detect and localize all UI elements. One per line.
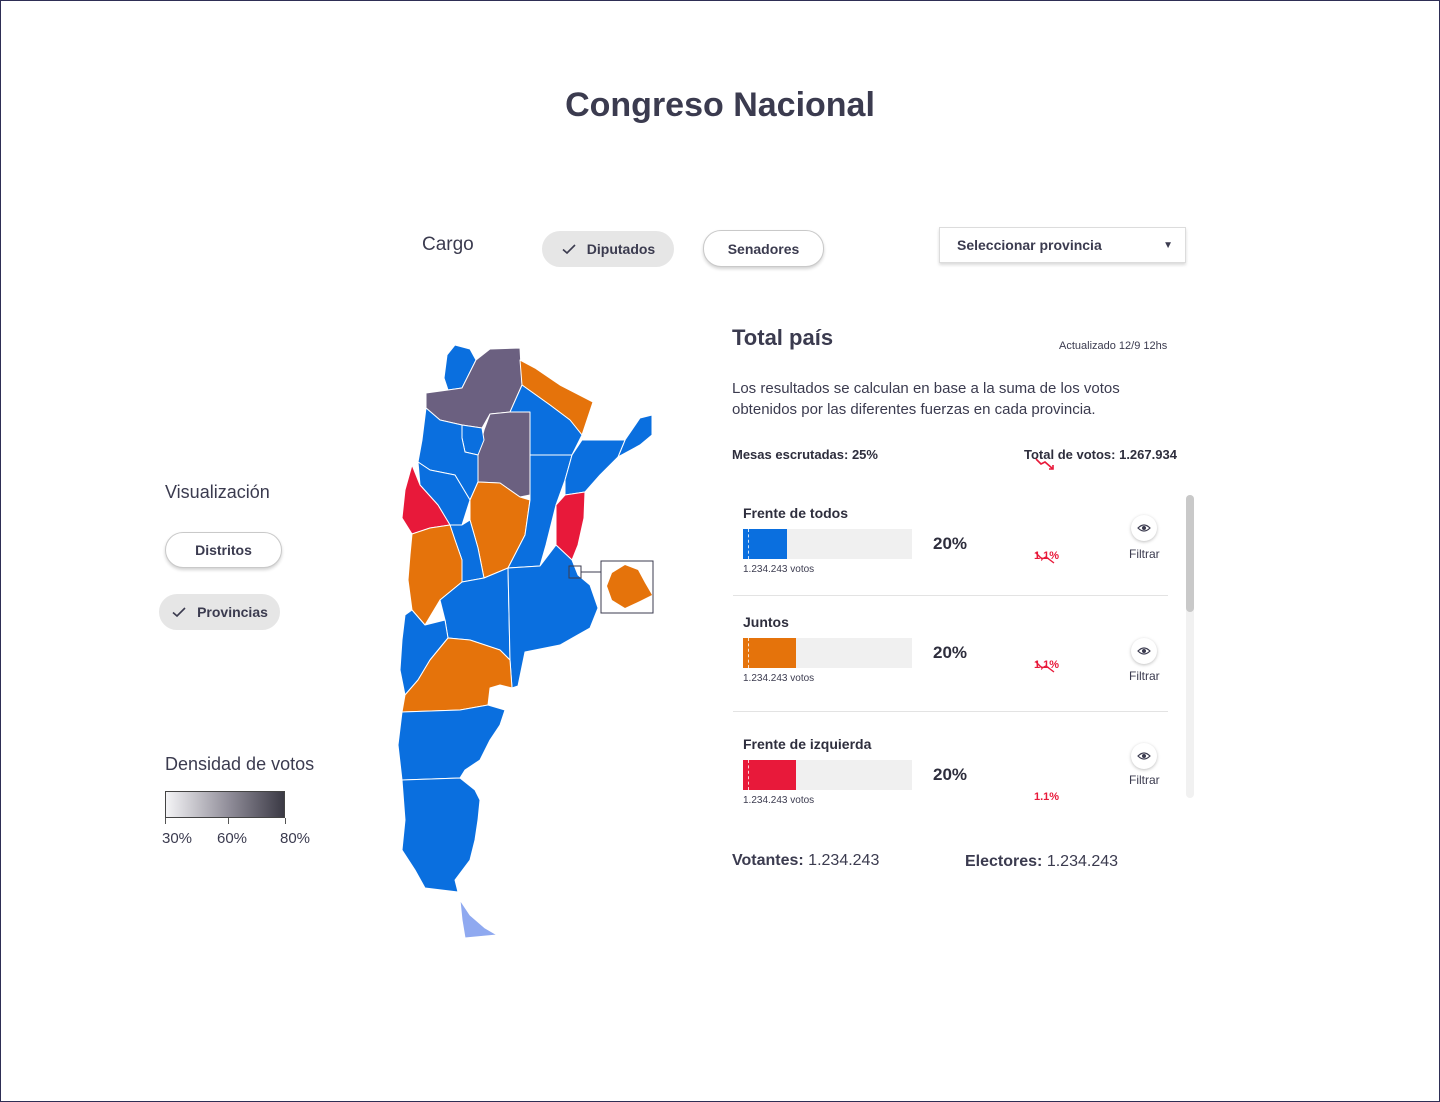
party-list-scrollbar[interactable] (1186, 495, 1194, 798)
page-title: Congreso Nacional (565, 86, 875, 124)
trend-down-icon (1035, 661, 1055, 673)
filter-label[interactable]: Filtrar (1129, 773, 1160, 787)
toggle-provincias-label: Provincias (197, 604, 268, 620)
tab-diputados[interactable]: Diputados (542, 231, 674, 267)
divider (733, 595, 1168, 596)
argentina-map[interactable] (395, 340, 660, 940)
province-tierradelfuego[interactable] (459, 899, 498, 939)
filter-label[interactable]: Filtrar (1129, 669, 1160, 683)
density-tick (228, 818, 229, 824)
density-tick-label-80: 80% (280, 830, 311, 847)
tab-senadores-label: Senadores (727, 240, 800, 257)
filter-label[interactable]: Filtrar (1129, 547, 1160, 561)
electores-stat: Electores: 1.234.243 (965, 853, 1118, 871)
density-tick-label-60: 60% (217, 830, 248, 847)
electores-label: Electores: (965, 853, 1043, 870)
toggle-provincias[interactable]: Provincias (159, 594, 280, 630)
chevron-down-icon: ▼ (1163, 239, 1173, 251)
party-bar-track (743, 529, 912, 559)
tab-diputados-label: Diputados (586, 241, 656, 257)
eye-icon (1137, 524, 1151, 532)
party-votes: 1.234.243 votos (743, 673, 815, 684)
province-select-label: Seleccionar provincia (957, 237, 1102, 253)
density-tick (165, 818, 166, 824)
party-votes: 1.234.243 votos (743, 564, 815, 575)
filter-button[interactable] (1131, 638, 1157, 664)
party-row: Juntos 1.234.243 votos 20% 1,1% Filtrar (733, 614, 1168, 694)
electores-value: 1.234.243 (1046, 853, 1119, 870)
toggle-distritos[interactable]: Distritos (165, 532, 282, 568)
votantes-label: Votantes: (732, 852, 804, 869)
party-name: Juntos (743, 614, 789, 630)
party-bar-fill (743, 760, 796, 790)
party-row: Frente de izquierda 1.234.243 votos 20% … (733, 736, 1168, 816)
party-bar-fill (743, 638, 796, 668)
eye-icon (1137, 647, 1151, 655)
mesas-escrutadas: Mesas escrutadas: 25% (732, 447, 878, 462)
toggle-distritos-label: Distritos (195, 542, 252, 558)
summary-title: Total país (732, 325, 834, 350)
party-bar-track (743, 760, 912, 790)
party-percent: 20% (933, 765, 968, 784)
party-percent: 20% (933, 643, 968, 662)
party-name: Frente de izquierda (743, 736, 872, 752)
cargo-label: Cargo (422, 234, 474, 255)
density-gradient-bar (165, 791, 285, 818)
density-tick (285, 818, 286, 824)
party-bar-track (743, 638, 912, 668)
check-icon (562, 244, 576, 255)
votantes-value: 1.234.243 (808, 852, 880, 869)
trend-down-icon (1035, 458, 1054, 470)
party-delta: 1.1% (1034, 791, 1060, 803)
party-name: Frente de todos (743, 505, 849, 521)
divider (733, 711, 1168, 712)
party-bar-fill (743, 529, 787, 559)
density-tick-label-30: 30% (162, 830, 193, 847)
votantes-stat: Votantes: 1.234.243 (732, 852, 879, 870)
summary-description: Los resultados se calculan en base a la … (732, 380, 1120, 418)
check-icon (172, 607, 186, 618)
trend-down-icon (1035, 552, 1055, 564)
province-select[interactable]: Seleccionar provincia ▼ (939, 227, 1186, 263)
party-percent: 20% (933, 534, 968, 553)
density-label: Densidad de votos (165, 754, 315, 774)
updated-timestamp: Actualizado 12/9 12hs (1059, 340, 1168, 352)
eye-icon (1137, 752, 1151, 760)
filter-button[interactable] (1131, 515, 1157, 541)
visualization-label: Visualización (165, 482, 270, 502)
province-santacruz[interactable] (401, 777, 481, 893)
province-chubut[interactable] (397, 704, 506, 781)
filter-button[interactable] (1131, 743, 1157, 769)
province-misiones[interactable] (617, 414, 653, 458)
scrollbar-thumb[interactable] (1186, 495, 1194, 612)
party-votes: 1.234.243 votos (743, 795, 815, 806)
party-row: Frente de todos 1.234.243 votos 20% 1,1%… (733, 505, 1168, 585)
tab-senadores[interactable]: Senadores (703, 230, 824, 267)
